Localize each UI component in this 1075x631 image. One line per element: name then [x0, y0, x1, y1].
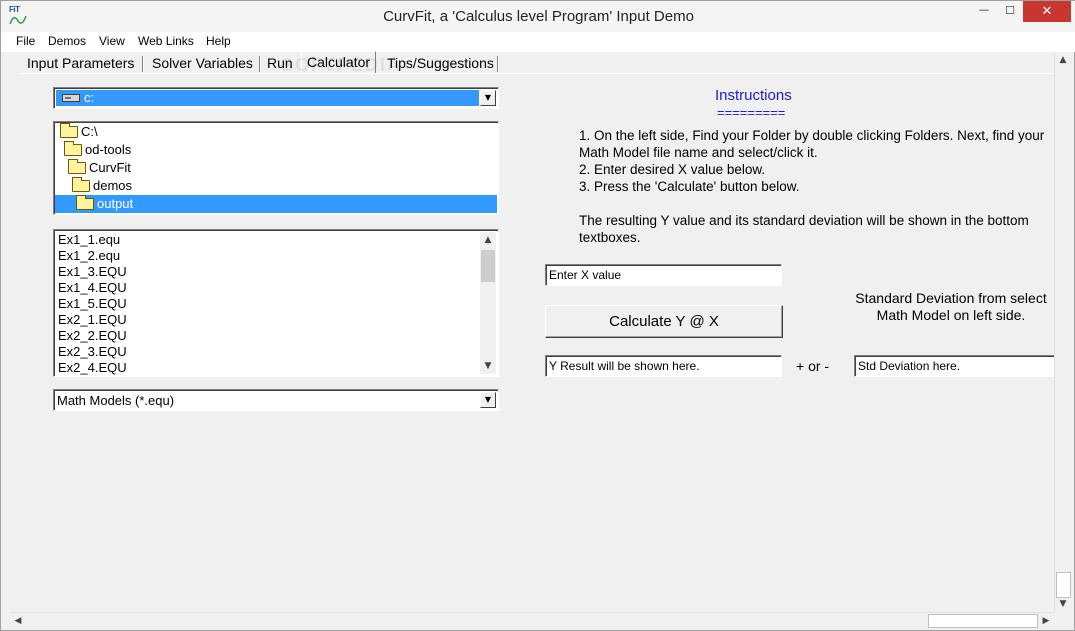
- window-vertical-scrollbar[interactable]: ▲ ▼: [1054, 52, 1071, 612]
- file-type-select[interactable]: Math Models (*.equ) ▼: [53, 389, 499, 411]
- menu-help[interactable]: Help: [206, 34, 231, 48]
- drive-select[interactable]: c: ▼: [53, 87, 499, 109]
- scroll-down-icon[interactable]: ▼: [1055, 596, 1071, 612]
- tab-input-parameters[interactable]: Input Parameters: [25, 53, 136, 73]
- std-deviation-label: Standard Deviation from select Math Mode…: [855, 290, 1047, 323]
- scroll-down-icon[interactable]: ▼: [480, 358, 496, 374]
- minimize-button[interactable]: —: [971, 1, 997, 22]
- window-horizontal-scrollbar[interactable]: ◀ ▶: [10, 612, 1054, 628]
- instruction-step-2: 2. Enter desired X value below.: [579, 162, 766, 177]
- app-window: FiT CurvFit, a 'Calculus level Program' …: [0, 0, 1075, 631]
- scrollbar-thumb[interactable]: [481, 250, 495, 282]
- scroll-right-icon[interactable]: ▶: [1038, 613, 1054, 629]
- scrollbar-thumb[interactable]: [1056, 572, 1071, 598]
- tab-solver-variables[interactable]: Solver Variables: [150, 53, 255, 73]
- instructions-body: 1. On the left side, Find your Folder by…: [579, 127, 1049, 246]
- folder-item-curvfit[interactable]: CurvFit: [55, 159, 497, 177]
- instruction-step-1: 1. On the left side, Find your Folder by…: [579, 128, 1045, 160]
- instructions-title: Instructions: [715, 87, 792, 104]
- scroll-up-icon[interactable]: ▲: [480, 232, 496, 248]
- drive-label: c:: [84, 90, 95, 105]
- list-item[interactable]: Ex2_2.EQU: [58, 328, 127, 344]
- open-folder-icon: [76, 195, 94, 210]
- open-folder-icon: [72, 177, 90, 192]
- calculate-button[interactable]: Calculate Y @ X: [545, 305, 783, 338]
- tab-strip-border: [20, 73, 1054, 74]
- menu-bar: File Demos View Web Links Help: [1, 32, 1075, 52]
- tab-separator: [142, 56, 144, 72]
- list-item[interactable]: Ex1_3.EQU: [58, 264, 127, 280]
- scroll-up-icon[interactable]: ▲: [1055, 52, 1071, 68]
- window-title: CurvFit, a 'Calculus level Program' Inpu…: [383, 8, 694, 25]
- file-list-scrollbar[interactable]: ▲ ▼: [480, 232, 496, 374]
- open-folder-icon: [68, 159, 86, 174]
- folder-label: output: [96, 195, 135, 213]
- folder-item-od-tools[interactable]: od-tools: [55, 141, 497, 159]
- y-result-field[interactable]: Y Result will be shown here.: [545, 355, 782, 377]
- title-bar[interactable]: FiT CurvFit, a 'Calculus level Program' …: [1, 1, 1075, 32]
- list-item[interactable]: Ex1_1.equ: [58, 232, 120, 248]
- tab-separator: [259, 56, 261, 72]
- maximize-button[interactable]: ☐: [997, 1, 1023, 22]
- chevron-down-icon[interactable]: ▼: [480, 392, 496, 408]
- menu-demos[interactable]: Demos: [48, 34, 86, 48]
- menu-file[interactable]: File: [16, 34, 35, 48]
- drive-select-value: c:: [56, 90, 479, 106]
- plus-minus-label: + or -: [796, 358, 830, 374]
- folder-label: C:\: [81, 124, 98, 139]
- instruction-note: The resulting Y value and its standard d…: [579, 213, 1029, 245]
- list-item[interactable]: Ex2_1.EQU: [58, 312, 127, 328]
- x-value-input[interactable]: Enter X value: [545, 264, 782, 286]
- std-deviation-field[interactable]: Std Deviation here.: [854, 355, 1056, 377]
- folder-label: od-tools: [85, 142, 132, 157]
- list-item[interactable]: Ex2_3.EQU: [58, 344, 127, 360]
- menu-view[interactable]: View: [99, 34, 125, 48]
- scroll-left-icon[interactable]: ◀: [10, 613, 26, 629]
- instructions-underline: =========: [717, 105, 786, 120]
- scrollbar-thumb[interactable]: [928, 614, 1038, 628]
- file-list[interactable]: Ex1_1.equ Ex1_2.equ Ex1_3.EQU Ex1_4.EQU …: [53, 229, 499, 377]
- open-folder-icon: [64, 141, 82, 156]
- list-item[interactable]: Ex1_5.EQU: [58, 296, 127, 312]
- drive-icon: [62, 94, 80, 102]
- folder-item-output[interactable]: output: [55, 195, 497, 213]
- file-type-value: Math Models (*.equ): [57, 393, 175, 408]
- folder-list[interactable]: C:\ od-tools CurvFit demos output: [53, 121, 499, 215]
- folder-item-demos[interactable]: demos: [55, 177, 497, 195]
- instruction-step-3: 3. Press the 'Calculate' button below.: [579, 179, 800, 194]
- folder-label: CurvFit: [89, 160, 131, 175]
- menu-web-links[interactable]: Web Links: [138, 34, 194, 48]
- list-item[interactable]: Ex1_4.EQU: [58, 280, 127, 296]
- list-item[interactable]: Ex1_2.equ: [58, 248, 120, 264]
- chevron-down-icon[interactable]: ▼: [480, 90, 496, 106]
- folder-item-root[interactable]: C:\: [55, 123, 497, 141]
- tab-separator: [497, 56, 499, 72]
- close-button[interactable]: ✕: [1023, 1, 1071, 22]
- watermark: SOFTPEDIA: [281, 55, 403, 75]
- list-item[interactable]: Ex2_4.EQU: [58, 360, 127, 376]
- open-folder-icon: [60, 123, 78, 138]
- folder-label: demos: [93, 178, 133, 193]
